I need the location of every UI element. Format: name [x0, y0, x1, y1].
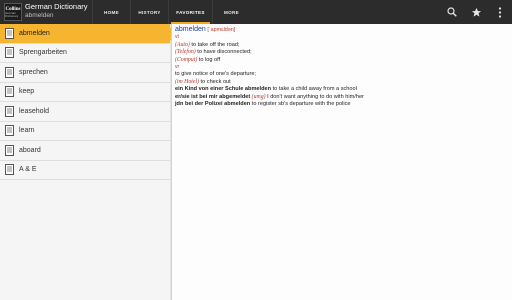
example-phrase: jdn bei der Polizei abmelden: [175, 101, 251, 108]
part-of-speech: vr: [175, 64, 180, 71]
star-icon: [471, 7, 481, 17]
example-phrase: ein Kind von einer Schule abmelden: [175, 86, 272, 93]
list-item-label: learn: [19, 127, 35, 135]
usage-label: (umg): [250, 93, 266, 100]
sense-line: to give notice of one's departure;: [175, 71, 256, 78]
document-icon: [5, 164, 14, 176]
document-icon: [5, 86, 14, 98]
search-icon: [447, 7, 457, 17]
app-logo[interactable]: Collins German Dictionary: [4, 3, 22, 21]
action-buttons: [440, 0, 512, 24]
list-item[interactable]: keep: [0, 83, 170, 102]
list-item[interactable]: abmelden: [0, 24, 176, 44]
usage-label: (Telefon): [175, 49, 196, 56]
overflow-menu-icon: [498, 6, 502, 18]
example-line: er/sie ist bei mir abgemeldet (umg) I do…: [175, 94, 512, 101]
document-icon: [5, 47, 14, 59]
translation: to have disconnected;: [195, 49, 252, 56]
document-icon: [5, 105, 14, 117]
pronunciation: [ˈapmɛldən]: [207, 27, 236, 33]
entry-panel: abmelden [ˈapmɛldən] vt (Auto) to take o…: [171, 24, 512, 300]
usage-label: (Auto): [175, 41, 190, 48]
action-bar: Collins German Dictionary German Diction…: [0, 0, 512, 24]
list-item[interactable]: leasehold: [0, 102, 170, 122]
list-item[interactable]: aboard: [0, 141, 170, 161]
example-line: ein Kind von einer Schule abmelden to ta…: [175, 86, 512, 93]
favorite-button[interactable]: [464, 0, 488, 24]
list-item[interactable]: learn: [0, 122, 170, 141]
translation: I don't want anything to do with him/her: [265, 93, 364, 100]
logo-caption: German Dictionary: [5, 10, 19, 18]
favorites-list: abmelden Sprengarbeiten sprechen keep le…: [0, 24, 176, 300]
list-item[interactable]: Sprengarbeiten: [0, 44, 170, 63]
list-item-label: aboard: [19, 146, 41, 154]
app-subtitle: abmelden: [25, 11, 54, 19]
sense-line: (Telefon) to have disconnected;: [175, 49, 512, 56]
search-button[interactable]: [440, 0, 464, 24]
example-line: jdn bei der Polizei abmelden to register…: [175, 101, 512, 108]
app-title: German Dictionary: [25, 2, 88, 11]
tab-history[interactable]: HISTORY: [130, 0, 168, 24]
part-of-speech: vt: [175, 34, 179, 41]
list-item-label: leasehold: [19, 107, 49, 115]
tab-home[interactable]: HOME: [92, 0, 130, 24]
tab-favorites[interactable]: FAVORITES: [168, 0, 212, 24]
list-item-label: abmelden: [19, 29, 50, 37]
example-phrase: er/sie ist bei mir abgemeldet: [175, 93, 251, 100]
translation: to take a child away from a school: [271, 86, 357, 93]
document-icon: [5, 66, 14, 78]
list-item-label: A & E: [19, 166, 37, 174]
list-item-label: Sprengarbeiten: [19, 49, 67, 57]
headword: abmelden: [175, 26, 206, 33]
tab-bar: HOME HISTORY FAVORITES MORE: [92, 0, 250, 24]
overflow-menu-button[interactable]: [488, 0, 512, 24]
translation: to log off: [197, 56, 221, 63]
list-item[interactable]: sprechen: [0, 63, 170, 83]
document-icon: [5, 144, 14, 156]
list-item-label: keep: [19, 88, 35, 96]
usage-label: (Comput): [175, 56, 198, 63]
document-icon: [5, 27, 14, 39]
usage-label: (im Hotel): [175, 78, 199, 85]
sense-line: (Comput) to log off: [175, 57, 512, 64]
translation: to take off the road;: [189, 41, 240, 48]
list-item-label: sprechen: [19, 68, 48, 76]
translation: to check out: [199, 78, 231, 85]
sense-line: (im Hotel) to check out: [175, 79, 512, 86]
entry-header: abmelden [ˈapmɛldən]: [175, 26, 512, 34]
document-icon: [5, 125, 14, 137]
tab-more[interactable]: MORE: [212, 0, 250, 24]
list-item[interactable]: A & E: [0, 161, 170, 180]
translation: to register sb's departure with the poli…: [250, 101, 351, 108]
title-block: German Dictionary abmelden: [25, 3, 88, 19]
